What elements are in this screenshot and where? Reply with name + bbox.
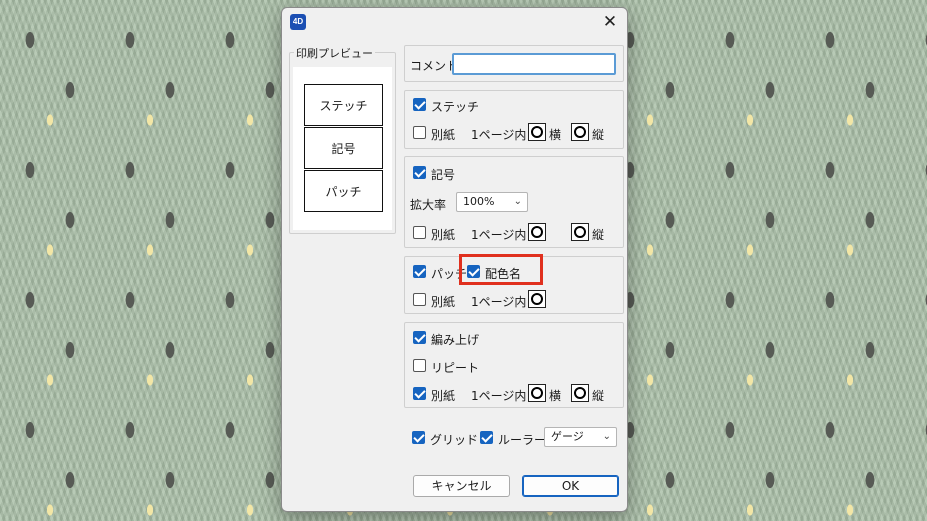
symbol-section: 記号 拡大率 100% ⌄ 別紙 1ページ内 縦 (404, 156, 624, 248)
patch-separate-label: 別紙 (431, 295, 456, 309)
finished-one-page-label: 1ページ内 (471, 389, 527, 403)
comment-section: コメント (404, 45, 624, 82)
finished-checkbox[interactable] (413, 331, 426, 344)
stitch-landscape-label: 横 (549, 128, 562, 142)
symbol-portrait-icon[interactable] (571, 223, 589, 241)
ok-button[interactable]: OK (522, 475, 619, 497)
finished-label: 編み上げ (431, 333, 480, 347)
stitch-portrait-icon[interactable] (571, 123, 589, 141)
patch-orientation-icon[interactable] (528, 290, 546, 308)
finished-landscape-label: 横 (549, 389, 562, 403)
repeat-label: リピート (431, 361, 480, 375)
comment-label: コメント (410, 59, 459, 73)
patch-checkbox[interactable] (413, 265, 426, 278)
finished-portrait-icon[interactable] (571, 384, 589, 402)
app-icon: 4D (290, 14, 306, 30)
stitch-separate-label: 別紙 (431, 128, 456, 142)
symbol-landscape-icon[interactable] (528, 223, 546, 241)
grid-checkbox[interactable] (412, 431, 425, 444)
stitch-separate-checkbox[interactable] (413, 126, 426, 139)
symbol-portrait-label: 縦 (592, 228, 605, 242)
finished-section: 編み上げ リピート 別紙 1ページ内 横 縦 (404, 322, 624, 408)
preview-canvas: ステッチ 記号 パッチ (293, 67, 392, 230)
repeat-checkbox[interactable] (413, 359, 426, 372)
cancel-button[interactable]: キャンセル (413, 475, 510, 497)
print-preview-legend: 印刷プレビュー (294, 45, 375, 61)
symbol-separate-label: 別紙 (431, 228, 456, 242)
zoom-label: 拡大率 (410, 198, 447, 212)
stitch-label: ステッチ (431, 100, 480, 114)
ruler-select[interactable]: ゲージ ⌄ (544, 427, 617, 447)
stitch-checkbox[interactable] (413, 98, 426, 111)
ruler-checkbox[interactable] (480, 431, 493, 444)
print-settings-dialog: 4D ✕ 印刷プレビュー ステッチ 記号 パッチ コメント ステッチ 別紙 1ペ… (281, 7, 628, 512)
stitch-portrait-label: 縦 (592, 128, 605, 142)
chevron-down-icon: ⌄ (513, 196, 522, 207)
symbol-label: 記号 (431, 168, 456, 182)
stitch-landscape-icon[interactable] (528, 123, 546, 141)
symbol-checkbox[interactable] (413, 166, 426, 179)
close-icon[interactable]: ✕ (599, 12, 621, 32)
stitch-section: ステッチ 別紙 1ページ内 横 縦 (404, 90, 624, 149)
ruler-select-value: ゲージ (551, 430, 584, 443)
ruler-label: ルーラー (498, 433, 547, 447)
zoom-select-value: 100% (463, 195, 495, 208)
chevron-down-icon: ⌄ (602, 431, 611, 442)
print-preview-group: 印刷プレビュー ステッチ 記号 パッチ (289, 45, 396, 234)
patch-separate-checkbox[interactable] (413, 293, 426, 306)
stitch-one-page-label: 1ページ内 (471, 128, 527, 142)
preview-patch-button[interactable]: パッチ (304, 170, 383, 212)
finished-portrait-label: 縦 (592, 389, 605, 403)
comment-input[interactable] (452, 53, 616, 75)
zoom-select[interactable]: 100% ⌄ (456, 192, 528, 212)
grid-label: グリッド (430, 433, 479, 447)
patch-one-page-label: 1ページ内 (471, 295, 527, 309)
preview-symbol-button[interactable]: 記号 (304, 127, 383, 169)
finished-landscape-icon[interactable] (528, 384, 546, 402)
preview-stitch-button[interactable]: ステッチ (304, 84, 383, 126)
symbol-one-page-label: 1ページ内 (471, 228, 527, 242)
finished-separate-checkbox[interactable] (413, 387, 426, 400)
symbol-separate-checkbox[interactable] (413, 226, 426, 239)
finished-separate-label: 別紙 (431, 389, 456, 403)
color-name-highlight (459, 254, 543, 285)
